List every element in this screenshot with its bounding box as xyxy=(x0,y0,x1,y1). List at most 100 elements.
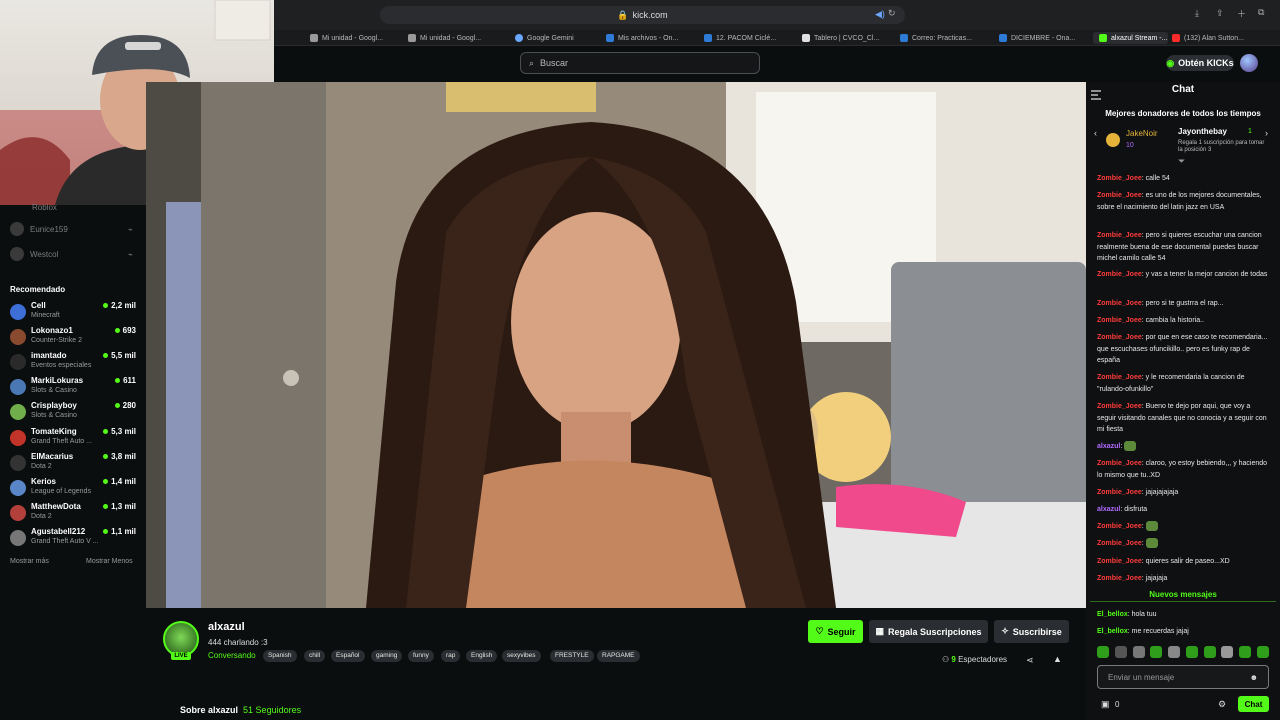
tab-onedrive[interactable]: Mis archivos - On... xyxy=(606,32,696,44)
viewer-count: 693 xyxy=(114,326,136,335)
emote-icon[interactable] xyxy=(1150,646,1163,658)
channel-name: Kerios xyxy=(31,476,56,486)
subscribe-button[interactable]: ✧ Suscribirse xyxy=(994,620,1069,643)
report-icon[interactable]: ▲ xyxy=(1053,654,1062,664)
tab-overview-icon[interactable]: ⧉ xyxy=(1258,7,1264,18)
emote-icon[interactable] xyxy=(1185,646,1198,658)
user-avatar[interactable] xyxy=(1240,54,1258,72)
chat-username[interactable]: Zombie_Joee xyxy=(1097,575,1142,582)
donor-name[interactable]: Jayonthebay xyxy=(1178,127,1227,136)
sidebar-item-imantado[interactable]: imantado Eventos especiales 5,5 mil xyxy=(10,351,136,375)
chevron-right-icon[interactable]: › xyxy=(1265,128,1268,138)
outlook-icon xyxy=(900,34,908,42)
share-icon[interactable]: ⋖ xyxy=(1026,655,1034,666)
tag-chip[interactable]: gaming xyxy=(371,650,403,662)
donor-name[interactable]: JakeNoir xyxy=(1126,129,1158,138)
channel-name: MarkiLokuras xyxy=(31,376,84,386)
send-chat-button[interactable]: Chat xyxy=(1238,696,1269,712)
sidebar-item-tomateking[interactable]: TomateKing Grand Theft Auto ... 5,3 mil xyxy=(10,427,136,451)
tag-chip[interactable]: sexyvibes xyxy=(502,650,541,662)
new-tab-icon[interactable]: ＋ xyxy=(1237,7,1246,20)
tab-pacom[interactable]: 12. PACOM Ciclé... xyxy=(704,32,794,44)
tab-mi-unidad-1[interactable]: Mi unidad - Googl... xyxy=(310,32,402,44)
chat-username[interactable]: Zombie_Joee xyxy=(1097,300,1142,307)
chat-message: El_bellox: me recuerdas jajaj xyxy=(1097,628,1189,635)
tab-alxazul-stream[interactable]: alxazul Stream -... xyxy=(1093,32,1168,44)
emote-icon[interactable] xyxy=(1132,646,1145,658)
chat-username[interactable]: Zombie_Joee xyxy=(1097,403,1142,410)
chevron-left-icon[interactable]: ‹ xyxy=(1094,128,1097,138)
sidebar-item-elmacarius[interactable]: ElMacarius Dota 2 3,8 mil xyxy=(10,452,136,476)
tab-diciembre[interactable]: DICIEMBRE - Ona... xyxy=(999,32,1089,44)
channel-name[interactable]: alxazul xyxy=(208,621,245,633)
emote-icon[interactable] xyxy=(1203,646,1216,658)
tag-chip[interactable]: English xyxy=(466,650,498,662)
gear-icon[interactable]: ⚙ xyxy=(1218,699,1226,710)
tab-youtube[interactable]: (132) Alan Sutton... xyxy=(1172,32,1272,44)
chat-username[interactable]: Zombie_Joee xyxy=(1097,489,1142,496)
tag-chip[interactable]: RAPGAME xyxy=(597,650,640,662)
sidebar-item-offline[interactable]: Westcol ⌁ xyxy=(10,247,133,261)
tag-chip[interactable]: FRESTYLE xyxy=(550,650,594,662)
chat-username[interactable]: Zombie_Joee xyxy=(1097,317,1142,324)
avatar xyxy=(10,429,26,446)
chat-username[interactable]: Zombie_Joee xyxy=(1097,523,1142,530)
pin-icon[interactable]: ⏷ xyxy=(1178,156,1185,167)
chat-username[interactable]: Zombie_Joee xyxy=(1097,175,1142,182)
download-icon[interactable]: ⤓ xyxy=(1195,8,1199,19)
chat-username[interactable]: Zombie_Joee xyxy=(1097,540,1142,547)
emote-icon[interactable] xyxy=(1256,646,1269,658)
chat-username[interactable]: Zombie_Joee xyxy=(1097,374,1142,381)
chat-username[interactable]: Zombie_Joee xyxy=(1097,192,1142,199)
points-icon[interactable]: ▣ xyxy=(1101,699,1110,710)
new-messages-divider[interactable]: Nuevos mensajes xyxy=(1090,590,1276,599)
tag-chip[interactable]: funny xyxy=(408,650,434,662)
gift-subs-button[interactable]: ▦ Regala Suscripciones xyxy=(869,620,988,643)
emote-icon[interactable] xyxy=(1221,646,1234,658)
emote-icon[interactable] xyxy=(1239,646,1252,658)
tab-mi-unidad-2[interactable]: Mi unidad - Googl... xyxy=(408,32,500,44)
chat-username[interactable]: Zombie_Joee xyxy=(1097,271,1142,278)
tag-chip[interactable]: rap xyxy=(441,650,461,662)
chat-username[interactable]: alxazul xyxy=(1097,506,1120,513)
video-frame-image xyxy=(146,82,1086,608)
reload-icon[interactable]: ↻ xyxy=(888,8,896,19)
sidebar-item-cell[interactable]: Cell Minecraft 2,2 mil xyxy=(10,301,136,325)
tab-tablero[interactable]: Tablero | CVCO_Cl... xyxy=(802,32,894,44)
tag-chip[interactable]: Spanish xyxy=(263,650,297,662)
chat-input[interactable]: Enviar un mensaje ☻ xyxy=(1097,665,1269,689)
sidebar-item-matthewdota[interactable]: MatthewDota Dota 2 1,3 mil xyxy=(10,502,136,526)
emoji-icon[interactable]: ☻ xyxy=(1250,673,1258,682)
search-input[interactable]: ⌕ Buscar xyxy=(520,52,760,74)
sidebar-item-kerios[interactable]: Kerios League of Legends 1,4 mil xyxy=(10,477,136,501)
tab-correo[interactable]: Correo: Practicas... xyxy=(900,32,992,44)
show-more-link[interactable]: Mostrar más xyxy=(10,558,49,565)
chat-username[interactable]: Zombie_Joee xyxy=(1097,558,1142,565)
follow-button[interactable]: ♡ Seguir xyxy=(808,620,863,643)
video-player[interactable] xyxy=(146,82,1086,608)
category-link[interactable]: Conversando xyxy=(208,651,256,660)
show-less-link[interactable]: Mostrar Menos xyxy=(86,558,133,565)
chat-username[interactable]: Zombie_Joee xyxy=(1097,334,1142,341)
chat-username[interactable]: Zombie_Joee xyxy=(1097,232,1142,239)
sidebar-item-offline[interactable]: Eunice159 ⌁ xyxy=(10,222,133,236)
get-kicks-button[interactable]: ◉ Obtén KICKs xyxy=(1166,55,1234,71)
emote-icon[interactable] xyxy=(1168,646,1181,658)
sidebar-item-crisplayboy[interactable]: Crisplayboy Slots & Casino 280 xyxy=(10,401,136,425)
sidebar-item-agustabell212[interactable]: Agustabell212 Grand Theft Auto V ... 1,1 m… xyxy=(10,527,136,551)
chat-message: Zombie_Joee: pero si te gustrra el rap..… xyxy=(1097,300,1224,307)
chat-username[interactable]: Zombie_Joee xyxy=(1097,460,1142,467)
share-icon[interactable]: ⇪ xyxy=(1216,8,1224,19)
tab-gemini[interactable]: Google Gemini xyxy=(515,32,600,44)
tag-chip[interactable]: chill xyxy=(304,650,326,662)
avatar xyxy=(10,354,26,371)
tag-chip[interactable]: Español xyxy=(331,650,365,662)
sidebar-item-offline[interactable]: Roblox xyxy=(10,203,57,212)
audio-icon[interactable]: ◀) xyxy=(875,9,885,20)
emote-icon[interactable] xyxy=(1114,646,1127,658)
sidebar-item-lokonazo1[interactable]: Lokonazo1 Counter-Strike 2 693 xyxy=(10,326,136,350)
sidebar-item-markilokuras[interactable]: MarkiLokuras Slots & Casino 611 xyxy=(10,376,136,400)
address-bar[interactable]: 🔒 kick.com xyxy=(380,6,905,24)
chat-username[interactable]: alxazul xyxy=(1097,443,1120,450)
emote-icon[interactable] xyxy=(1097,646,1109,658)
